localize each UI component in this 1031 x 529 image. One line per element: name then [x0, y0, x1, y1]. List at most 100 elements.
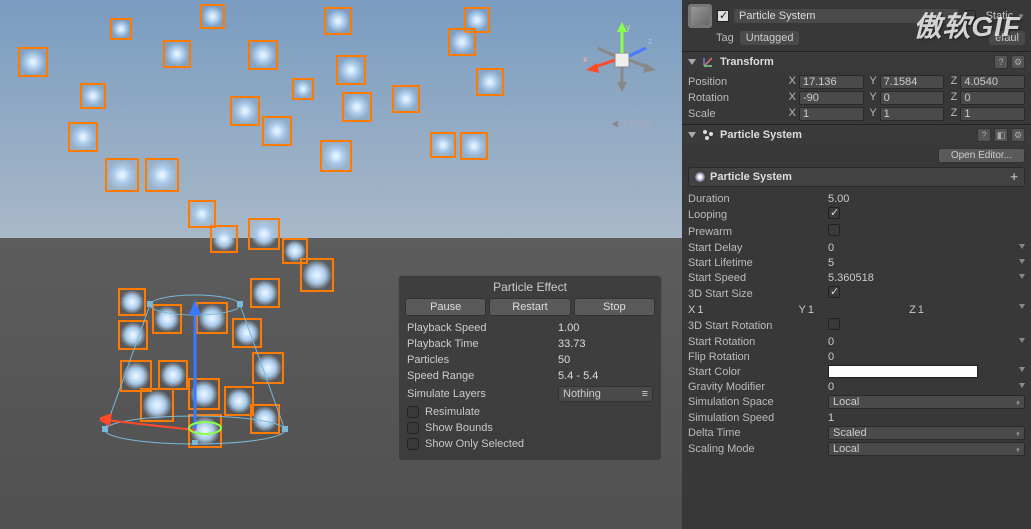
start-lifetime-field[interactable]: 5	[828, 257, 1025, 269]
start-size-y-field[interactable]: 1	[808, 304, 907, 316]
start-color-swatch[interactable]	[828, 365, 978, 378]
start-size-x-field[interactable]: 1	[697, 304, 796, 316]
gravity-field[interactable]: 0	[828, 381, 1025, 393]
particle[interactable]	[250, 278, 280, 308]
scale-y-field[interactable]: 1	[880, 107, 945, 121]
scale-x-field[interactable]: 1	[799, 107, 864, 121]
settings-icon[interactable]: ⚙	[1011, 128, 1025, 142]
prewarm-label: Prewarm	[688, 226, 828, 238]
particle[interactable]	[163, 40, 191, 68]
duration-field[interactable]: 5.00	[828, 193, 1025, 205]
particle[interactable]	[250, 404, 280, 434]
help-icon[interactable]: ?	[994, 55, 1008, 69]
stop-button[interactable]: Stop	[574, 298, 655, 316]
orientation-gizmo[interactable]: y x z	[582, 20, 662, 100]
particle[interactable]	[152, 304, 182, 334]
scene-view[interactable]: y x z ◄ Persp Particle Effect Pause Rest…	[0, 0, 682, 529]
tag-dropdown[interactable]: Untagged	[740, 31, 800, 45]
speed-range-label: Speed Range	[407, 370, 558, 382]
particle[interactable]	[262, 116, 292, 146]
particle[interactable]	[140, 388, 174, 422]
active-checkbox[interactable]	[717, 10, 729, 22]
particle[interactable]	[158, 360, 188, 390]
particle[interactable]	[248, 218, 280, 250]
add-module-icon[interactable]: +	[1010, 169, 1018, 184]
particle[interactable]	[392, 85, 420, 113]
position-z-field[interactable]: 4.0540	[960, 75, 1025, 89]
restart-button[interactable]: Restart	[489, 298, 570, 316]
sim-speed-field[interactable]: 1	[828, 412, 1025, 424]
scale-z-field[interactable]: 1	[960, 107, 1025, 121]
particle[interactable]	[324, 7, 352, 35]
particle[interactable]	[200, 4, 225, 29]
particle[interactable]	[300, 258, 334, 292]
svg-text:z: z	[648, 36, 653, 46]
playback-speed-value[interactable]: 1.00	[558, 322, 653, 334]
particle[interactable]	[188, 378, 220, 410]
particle[interactable]	[292, 78, 314, 100]
start-delay-field[interactable]: 0	[828, 242, 1025, 254]
particle[interactable]	[118, 288, 146, 316]
particle[interactable]	[68, 122, 98, 152]
position-y-field[interactable]: 7.1584	[880, 75, 945, 89]
pause-button[interactable]: Pause	[405, 298, 486, 316]
layer-dropdown[interactable]: efaul	[989, 31, 1025, 45]
fold-icon[interactable]	[688, 132, 696, 138]
particle[interactable]	[342, 92, 372, 122]
rotation-x-field[interactable]: -90	[799, 91, 864, 105]
overlay-title: Particle Effect	[405, 280, 655, 294]
particle[interactable]	[118, 320, 148, 350]
particle[interactable]	[448, 28, 476, 56]
start-size-z-field[interactable]: 1	[918, 304, 1017, 316]
particle[interactable]	[188, 414, 222, 448]
sim-space-dropdown[interactable]: Local♦	[828, 395, 1025, 409]
gameobject-name-field[interactable]: Particle System	[734, 9, 959, 23]
open-editor-button[interactable]: Open Editor...	[938, 148, 1025, 163]
particle[interactable]	[232, 318, 262, 348]
delta-time-dropdown[interactable]: Scaled♦	[828, 426, 1025, 440]
prewarm-checkbox[interactable]	[828, 224, 840, 236]
ps-main-module-header[interactable]: Particle System +	[688, 167, 1025, 187]
resimulate-checkbox[interactable]	[407, 406, 419, 418]
particle[interactable]	[145, 158, 179, 192]
flip-rotation-field[interactable]: 0	[828, 351, 1025, 363]
start-speed-field[interactable]: 5.360518	[828, 272, 1025, 284]
particle[interactable]	[430, 132, 456, 158]
scaling-mode-dropdown[interactable]: Local♦	[828, 442, 1025, 456]
particle[interactable]	[230, 96, 260, 126]
rotation-z-field[interactable]: 0	[960, 91, 1025, 105]
start-rotation-field[interactable]: 0	[828, 336, 1025, 348]
fold-icon[interactable]	[688, 59, 696, 65]
show-bounds-checkbox[interactable]	[407, 422, 419, 434]
playback-time-value: 33.73	[558, 338, 653, 350]
scaling-mode-label: Scaling Mode	[688, 443, 828, 455]
svg-text:x: x	[583, 54, 588, 64]
particle[interactable]	[476, 68, 504, 96]
particle[interactable]	[248, 40, 278, 70]
static-checkbox[interactable]	[964, 10, 976, 22]
particle[interactable]	[320, 140, 352, 172]
show-only-selected-checkbox[interactable]	[407, 438, 419, 450]
settings-icon[interactable]: ⚙	[1011, 55, 1025, 69]
position-x-field[interactable]: 17.136	[799, 75, 864, 89]
particle[interactable]	[196, 302, 228, 334]
particle[interactable]	[336, 55, 366, 85]
particle[interactable]	[110, 18, 132, 40]
particle[interactable]	[18, 47, 48, 77]
preset-icon[interactable]: ◧	[994, 128, 1008, 142]
projection-label[interactable]: ◄ Persp	[609, 118, 652, 130]
help-icon[interactable]: ?	[977, 128, 991, 142]
rotation-y-field[interactable]: 0	[880, 91, 945, 105]
simulate-layers-select[interactable]: Nothing	[558, 386, 653, 402]
particle[interactable]	[210, 225, 238, 253]
3d-start-size-checkbox[interactable]	[828, 286, 840, 298]
particle[interactable]	[460, 132, 488, 160]
particle[interactable]	[188, 200, 216, 228]
show-only-selected-label: Show Only Selected	[425, 438, 524, 450]
particle[interactable]	[80, 83, 106, 109]
particle[interactable]	[105, 158, 139, 192]
particle[interactable]	[252, 352, 284, 384]
looping-checkbox[interactable]	[828, 207, 840, 219]
3d-start-rotation-checkbox[interactable]	[828, 318, 840, 330]
gameobject-icon[interactable]	[688, 4, 712, 28]
